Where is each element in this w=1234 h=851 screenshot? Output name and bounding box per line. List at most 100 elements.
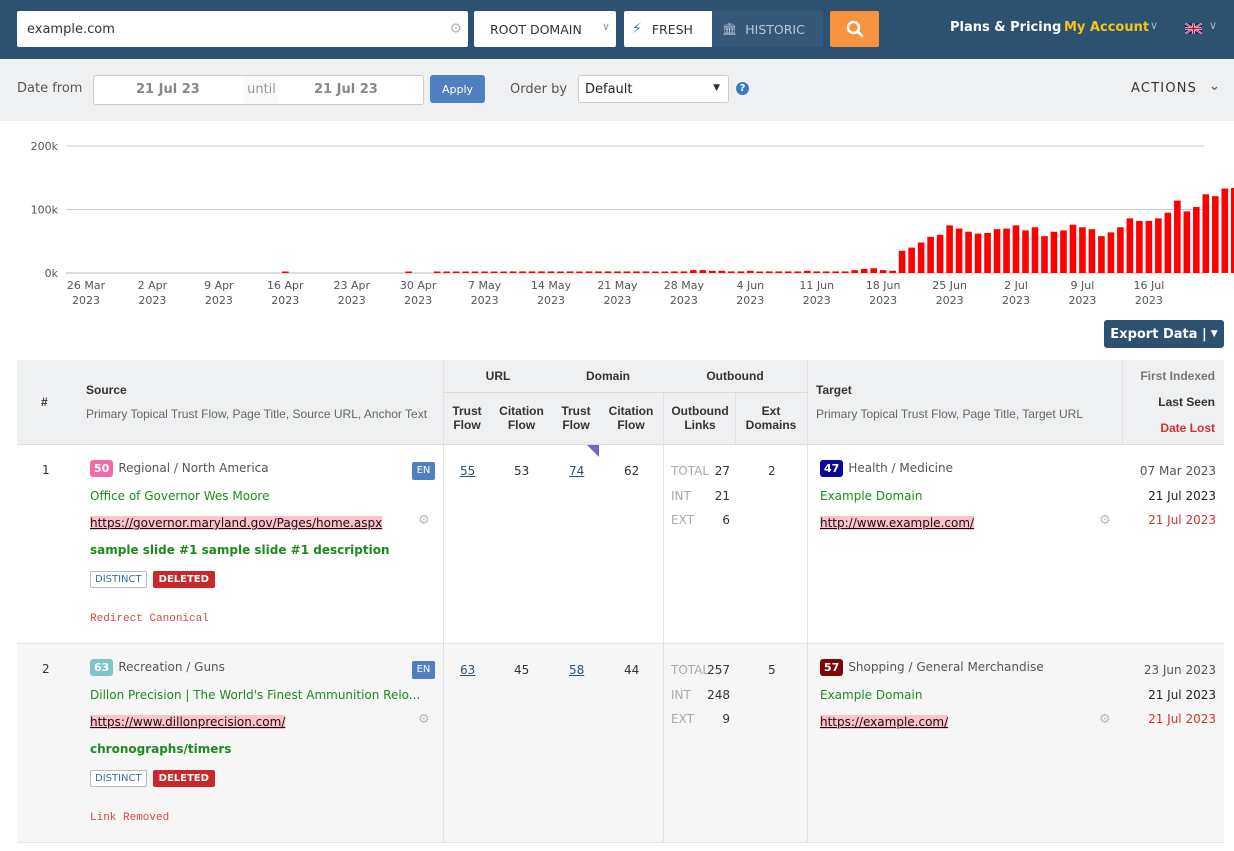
first-indexed-date: 23 Jun 2023 [1143,663,1216,677]
col-date-lost[interactable]: Date Lost [1160,421,1215,435]
bar [1183,211,1191,273]
apply-button[interactable]: Apply [430,75,485,103]
outbound-ext: 6 [722,513,730,527]
source-url-link[interactable]: https://governor.maryland.gov/Pages/home… [90,516,383,530]
bar [500,271,507,273]
bar [1136,220,1143,273]
col-group-outbound: Outbound [706,369,764,383]
x-tick-label: 26 Mar [67,279,106,292]
date-range-input[interactable]: 21 Jul 23 until 21 Jul 23 [93,75,424,105]
bar [756,271,764,273]
bar [860,268,868,273]
source-url[interactable]: https://www.dillonprecision.com/ [90,715,286,729]
col-ext-domains[interactable]: Ext Domains [739,404,803,432]
date-lost: 21 Jul 2023 [1148,712,1216,726]
col-url-trust-flow[interactable]: Trust Flow [446,404,488,432]
gear-icon[interactable]: ⚙ [1099,712,1111,727]
search-input[interactable]: example.com ⚙ [17,11,468,47]
bar [680,271,688,273]
gear-icon[interactable]: ⚙ [418,513,430,528]
bar [775,271,783,273]
domain-trust-flow[interactable]: 74 [569,464,584,478]
col-first-indexed[interactable]: First Indexed [1140,369,1215,383]
bar [462,271,469,273]
bar [1050,231,1058,273]
bolt-icon: ⚡ [632,21,642,37]
bar [614,271,621,273]
gear-icon[interactable]: ⚙ [418,712,430,727]
export-data-button[interactable]: Export Data | ▼ [1104,320,1224,348]
x-tick-label: 11 Jun [799,279,834,292]
date-from-field[interactable]: 21 Jul 23 [136,82,200,97]
target-url[interactable]: https://example.com/ [820,715,949,729]
divider [807,445,808,644]
col-domain-citation-flow[interactable]: Citation Flow [603,404,659,432]
source-url-link[interactable]: https://www.dillonprecision.com/ [90,715,286,729]
date-lost: 21 Jul 2023 [1148,513,1216,527]
col-target[interactable]: Target [816,383,852,397]
target-url-link[interactable]: http://www.example.com/ [820,516,975,530]
source-url[interactable]: https://governor.maryland.gov/Pages/home… [90,516,383,530]
target-topic: 47 Health / Medicine [820,460,953,477]
target-ttf-badge: 47 [820,460,844,477]
col-source-sub: Primary Topical Trust Flow, Page Title, … [86,407,428,421]
target-url-link[interactable]: https://example.com/ [820,715,949,729]
col-source[interactable]: Source [86,383,127,397]
x-tick-year-label: 2023 [338,294,366,307]
chevron-down-icon[interactable]: ⌄ [1209,79,1220,94]
gear-icon[interactable]: ⚙ [1099,513,1111,528]
help-icon[interactable]: ? [736,82,749,95]
bar [1041,236,1048,273]
x-tick-label: 23 Apr [333,279,370,292]
x-tick-label: 21 May [597,279,638,292]
x-tick-label: 28 May [664,279,705,292]
bar [1022,230,1029,273]
col-url-citation-flow[interactable]: Citation Flow [494,404,549,432]
historic-index-button[interactable]: 🏛 HISTORIC [712,11,823,47]
x-tick-year-label: 2023 [271,294,299,307]
x-tick-label: 4 Jun [736,279,764,292]
plans-pricing-link[interactable]: Plans & Pricing [950,20,1061,35]
bar [699,270,707,273]
x-tick-year-label: 2023 [1002,294,1030,307]
bar [1031,227,1039,273]
fresh-index-button[interactable]: ⚡ FRESH [624,11,712,47]
col-domain-trust-flow[interactable]: Trust Flow [555,404,597,432]
table-row: 2 63 Recreation / Guns EN Dillon Precisio… [17,644,1224,843]
bar [481,271,488,273]
bar [1117,227,1124,273]
chevron-down-icon[interactable]: ∨ [1150,19,1158,32]
filter-bar: Date from 21 Jul 23 until 21 Jul 23 Appl… [0,59,1234,121]
x-tick-label: 2 Apr [138,279,168,292]
link-badges: DISTINCT DELETED [90,571,215,588]
bar [633,271,640,273]
divider [663,445,664,644]
outbound-total: 257 [707,663,730,677]
my-account-link[interactable]: My Account [1064,20,1149,35]
target-url[interactable]: http://www.example.com/ [820,516,975,530]
bar [765,271,773,273]
y-tick-label: 100k [31,204,59,217]
actions-menu[interactable]: ACTIONS [1131,81,1197,96]
col-last-seen[interactable]: Last Seen [1158,395,1215,409]
divider [663,644,664,843]
uk-flag-icon[interactable] [1185,23,1202,34]
domain-trust-flow[interactable]: 58 [569,663,584,677]
target-page-title: Example Domain [820,688,923,702]
order-by-select[interactable]: Default ▼ [578,75,729,103]
search-button[interactable] [830,11,879,47]
bar [604,271,612,273]
url-trust-flow[interactable]: 63 [460,663,475,677]
chevron-down-icon[interactable]: ∨ [1209,19,1217,32]
date-to-field[interactable]: 21 Jul 23 [314,82,378,97]
scope-dropdown[interactable]: ROOT DOMAIN ∨ [474,11,616,47]
url-trust-flow[interactable]: 55 [460,464,475,478]
x-tick-year-label: 2023 [603,294,631,307]
target-topic: 57 Shopping / General Merchandise [820,659,1044,676]
gear-icon[interactable]: ⚙ [449,21,462,37]
col-outbound-links[interactable]: Outbound Links [667,404,733,432]
bar [908,247,915,273]
bar [889,270,896,273]
x-tick-label: 16 Apr [267,279,304,292]
bar [737,271,745,273]
